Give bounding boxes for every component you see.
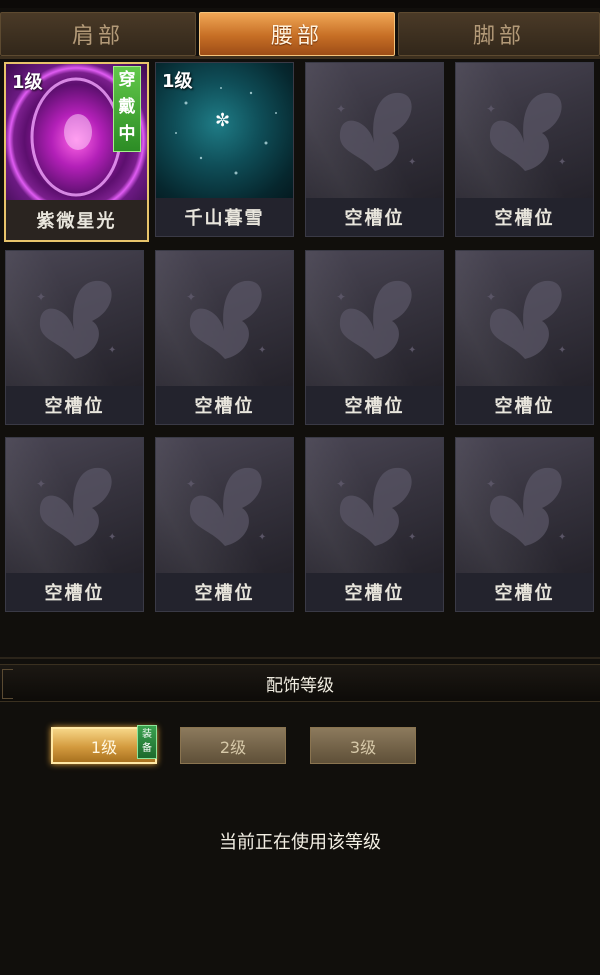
svg-text:✦: ✦ xyxy=(36,290,46,304)
slot-name: 空槽位 xyxy=(156,386,293,424)
empty-slot[interactable]: ✦ ✦ 空槽位 xyxy=(305,437,444,612)
level-2-button[interactable]: 2级 xyxy=(180,727,286,764)
empty-slot[interactable]: ✦ ✦ 空槽位 xyxy=(155,250,294,425)
butterfly-icon: ✦✦ xyxy=(36,280,116,359)
slot-name: 空槽位 xyxy=(456,198,593,236)
svg-text:✦: ✦ xyxy=(258,532,266,543)
svg-text:✦: ✦ xyxy=(186,290,196,304)
accessory-slot[interactable]: ✼ 1级 千山暮雪 xyxy=(155,62,294,237)
empty-slot[interactable]: ✦ ✦ 空槽位 xyxy=(455,250,594,425)
divider xyxy=(0,657,600,659)
butterfly-icon: ✦✦ xyxy=(336,92,416,171)
butterfly-icon: ✦✦ xyxy=(186,280,266,359)
empty-slot[interactable]: ✦ ✦ 空槽位 xyxy=(5,437,144,612)
svg-text:✦: ✦ xyxy=(336,102,346,116)
empty-slot[interactable]: ✦ ✦ 空槽位 xyxy=(5,250,144,425)
slot-name: 紫微星光 xyxy=(6,200,147,240)
slot-name: 空槽位 xyxy=(306,198,443,236)
slot-name: 空槽位 xyxy=(6,573,143,611)
svg-text:✦: ✦ xyxy=(408,345,416,356)
svg-text:✦: ✦ xyxy=(108,532,116,543)
slot-level-label: 1级 xyxy=(12,72,43,93)
slot-name: 空槽位 xyxy=(456,386,593,424)
svg-text:✦: ✦ xyxy=(558,345,566,356)
empty-slot-art: ✦ ✦ xyxy=(456,63,593,198)
svg-text:✦: ✦ xyxy=(186,477,196,491)
butterfly-icon: ✦✦ xyxy=(486,280,566,359)
slot-name: 空槽位 xyxy=(306,573,443,611)
empty-slot-art: ✦ ✦ xyxy=(456,438,593,573)
accessory-slot[interactable]: 1级 穿戴中 紫微星光 xyxy=(4,62,149,242)
slot-name: 千山暮雪 xyxy=(156,198,293,236)
wearing-badge: 穿戴中 xyxy=(113,66,141,152)
butterfly-icon: ✦✦ xyxy=(36,467,116,546)
empty-slot[interactable]: ✦ ✦ 空槽位 xyxy=(455,437,594,612)
butterfly-icon: ✦✦ xyxy=(486,467,566,546)
svg-text:✦: ✦ xyxy=(336,290,346,304)
empty-slot[interactable]: ✦ ✦ 空槽位 xyxy=(305,250,444,425)
status-text: 当前正在使用该等级 xyxy=(219,832,381,853)
equipped-tag: 装备 xyxy=(137,725,157,759)
empty-slot[interactable]: ✦ ✦ 空槽位 xyxy=(155,437,294,612)
slot-level-label: 1级 xyxy=(162,71,193,92)
svg-text:✦: ✦ xyxy=(486,290,496,304)
accessory-grid: 1级 穿戴中 紫微星光 ✼ 1级 千山暮雪 ✦ ✦ 空槽位 ✦ ✦ 空槽位 ✦ … xyxy=(0,0,600,620)
empty-slot-art: ✦ ✦ xyxy=(156,251,293,386)
svg-text:✦: ✦ xyxy=(486,477,496,491)
svg-text:✦: ✦ xyxy=(486,102,496,116)
svg-text:✦: ✦ xyxy=(408,157,416,168)
empty-slot-art: ✦ ✦ xyxy=(456,251,593,386)
svg-text:✦: ✦ xyxy=(558,157,566,168)
butterfly-icon: ✦✦ xyxy=(186,467,266,546)
butterfly-icon: ✦✦ xyxy=(336,280,416,359)
empty-slot-art: ✦ ✦ xyxy=(306,63,443,198)
empty-slot[interactable]: ✦ ✦ 空槽位 xyxy=(455,62,594,237)
butterfly-icon: ✦✦ xyxy=(336,467,416,546)
section-title: 配饰等级 xyxy=(266,675,334,696)
empty-slot-art: ✦ ✦ xyxy=(6,251,143,386)
slot-name: 空槽位 xyxy=(6,386,143,424)
svg-text:✦: ✦ xyxy=(258,345,266,356)
slot-name: 空槽位 xyxy=(156,573,293,611)
svg-text:✦: ✦ xyxy=(336,477,346,491)
svg-text:✦: ✦ xyxy=(36,477,46,491)
svg-text:✦: ✦ xyxy=(558,532,566,543)
svg-text:✼: ✼ xyxy=(215,110,230,131)
empty-slot-art: ✦ ✦ xyxy=(6,438,143,573)
empty-slot-art: ✦ ✦ xyxy=(306,251,443,386)
slot-name: 空槽位 xyxy=(306,386,443,424)
empty-slot-art: ✦ ✦ xyxy=(306,438,443,573)
section-header: 配饰等级 xyxy=(0,664,600,702)
butterfly-icon: ✦✦ xyxy=(486,92,566,171)
wearing-badge-text: 穿戴中 xyxy=(118,70,136,144)
level-3-button[interactable]: 3级 xyxy=(310,727,416,764)
svg-text:✦: ✦ xyxy=(408,532,416,543)
slot-name: 空槽位 xyxy=(456,573,593,611)
empty-slot-art: ✦ ✦ xyxy=(156,438,293,573)
svg-text:✦: ✦ xyxy=(108,345,116,356)
empty-slot[interactable]: ✦ ✦ 空槽位 xyxy=(305,62,444,237)
